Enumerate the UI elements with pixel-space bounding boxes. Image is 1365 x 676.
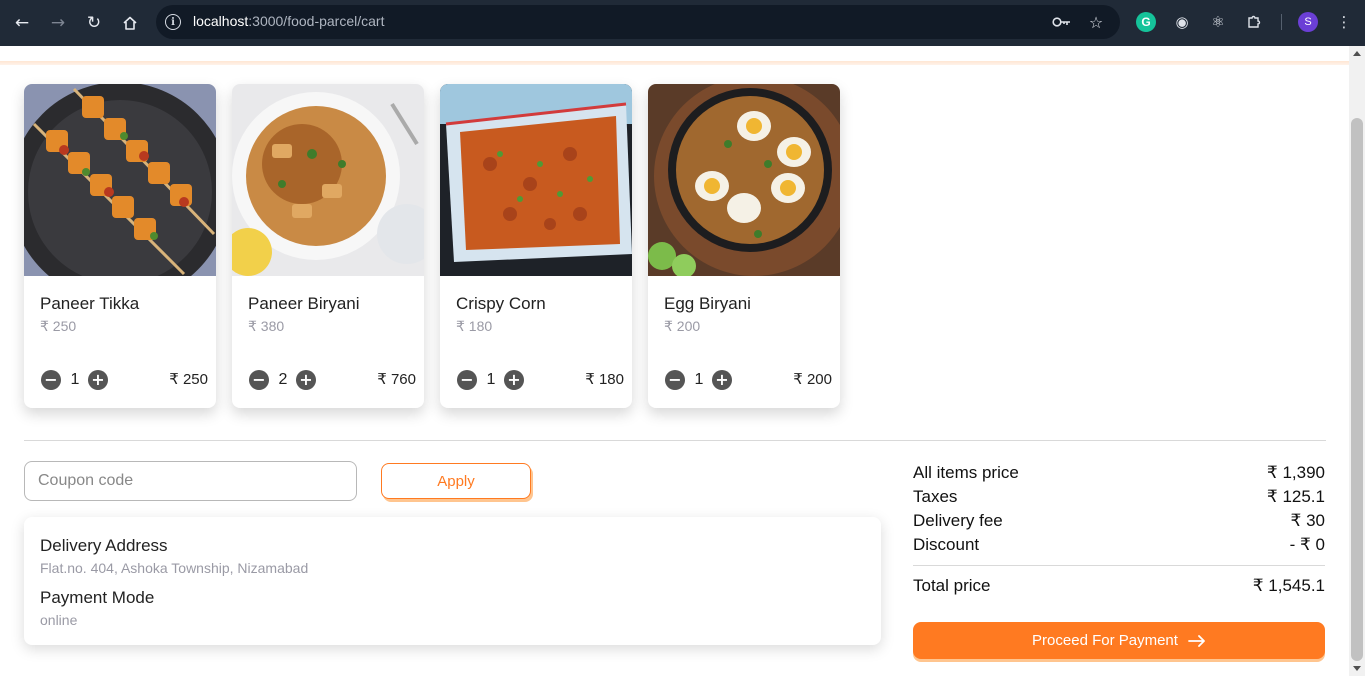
summary-divider [913,565,1325,566]
taxes-label: Taxes [913,487,958,506]
decrease-quantity-button[interactable]: − [249,370,269,390]
item-unit-price: ₹ 380 [248,318,285,334]
item-total-price: ₹ 250 [169,371,208,388]
total-price-row: Total price ₹ 1,545.1 [913,576,1325,598]
item-quantity: 2 [278,371,288,388]
items-price-label: All items price [913,463,1019,482]
extension-target-icon[interactable]: ◉ [1172,12,1192,32]
browser-toolbar: ← → ↻ i localhost:3000/food-parcel/cart … [0,0,1365,46]
increase-quantity-button[interactable]: + [296,370,316,390]
paneer-tikka-image [24,84,216,276]
forward-arrow-icon[interactable]: → [46,11,70,35]
increase-quantity-button[interactable]: + [504,370,524,390]
egg-biryani-image [648,84,840,276]
cart-item-card: Paneer Tikka ₹ 250 − 1 + ₹ 250 [24,84,216,408]
payment-mode-label: Payment Mode [40,588,155,607]
cart-item-card: Crispy Corn ₹ 180 − 1 + ₹ 180 [440,84,632,408]
discount-value: - ₹ 0 [1289,535,1325,554]
cart-item-card: Paneer Biryani ₹ 380 − 2 + ₹ 760 [232,84,424,408]
item-total-price: ₹ 180 [585,371,624,388]
increase-quantity-button[interactable]: + [88,370,108,390]
grammarly-extension-icon[interactable]: G [1136,12,1156,32]
total-price-value: ₹ 1,545.1 [1252,576,1325,595]
decrease-quantity-button[interactable]: − [41,370,61,390]
items-price-value: ₹ 1,390 [1266,463,1325,482]
scrollbar-thumb[interactable] [1351,118,1363,661]
header-shadow-line [0,61,1349,65]
delivery-fee-row: Delivery fee ₹ 30 [913,511,1325,533]
item-unit-price: ₹ 250 [40,318,77,334]
apply-coupon-button[interactable]: Apply [381,463,531,499]
proceed-payment-button[interactable]: Proceed For Payment [913,622,1325,659]
reload-icon[interactable]: ↻ [82,11,106,35]
item-unit-price: ₹ 180 [456,318,493,334]
total-price-label: Total price [913,576,991,595]
delivery-info-card: Delivery Address Flat.no. 404, Ashoka To… [24,517,881,645]
scroll-down-arrow-icon[interactable] [1353,666,1361,671]
back-arrow-icon[interactable]: ← [10,11,34,35]
browser-menu-icon[interactable]: ⋮ [1334,12,1354,32]
item-name: Egg Biryani [664,294,751,313]
section-divider [24,440,1326,441]
address-bar[interactable]: i localhost:3000/food-parcel/cart ☆ [156,5,1120,39]
crispy-corn-image [440,84,632,276]
extensions-puzzle-icon[interactable] [1244,12,1264,32]
bookmark-star-icon[interactable]: ☆ [1086,13,1106,32]
profile-avatar[interactable]: S [1298,12,1318,32]
item-total-price: ₹ 760 [377,371,416,388]
delivery-address-label: Delivery Address [40,536,168,555]
taxes-value: ₹ 125.1 [1266,487,1325,506]
react-devtools-icon[interactable]: ⚛ [1208,12,1228,32]
coupon-code-input[interactable] [24,461,357,501]
item-quantity: 1 [70,371,80,388]
delivery-address-value: Flat.no. 404, Ashoka Township, Nizamabad [40,560,309,576]
payment-mode-value: online [40,612,78,628]
url-text[interactable]: localhost:3000/food-parcel/cart [193,13,384,29]
taxes-row: Taxes ₹ 125.1 [913,487,1325,509]
cart-item-card: Egg Biryani ₹ 200 − 1 + ₹ 200 [648,84,840,408]
increase-quantity-button[interactable]: + [712,370,732,390]
home-icon[interactable] [118,11,142,35]
item-name: Paneer Biryani [248,294,360,313]
scroll-up-arrow-icon[interactable] [1353,51,1361,56]
item-name: Crispy Corn [456,294,546,313]
cart-page: Paneer Tikka ₹ 250 − 1 + ₹ 250 Paneer Bi… [0,46,1349,676]
discount-label: Discount [913,535,980,554]
items-price-row: All items price ₹ 1,390 [913,463,1325,485]
item-quantity: 1 [694,371,704,388]
discount-row: Discount - ₹ 0 [913,535,1325,557]
decrease-quantity-button[interactable]: − [457,370,477,390]
toolbar-separator [1281,14,1282,30]
paneer-biryani-image [232,84,424,276]
page-scrollbar[interactable] [1349,46,1365,676]
decrease-quantity-button[interactable]: − [665,370,685,390]
site-info-icon[interactable]: i [165,14,181,30]
item-total-price: ₹ 200 [793,371,832,388]
password-key-icon[interactable] [1052,13,1072,31]
arrow-right-icon [1188,634,1205,647]
item-unit-price: ₹ 200 [664,318,701,334]
delivery-fee-value: ₹ 30 [1290,511,1325,530]
item-name: Paneer Tikka [40,294,140,313]
delivery-fee-label: Delivery fee [913,511,1003,530]
proceed-payment-label: Proceed For Payment [1032,632,1178,649]
item-quantity: 1 [486,371,496,388]
